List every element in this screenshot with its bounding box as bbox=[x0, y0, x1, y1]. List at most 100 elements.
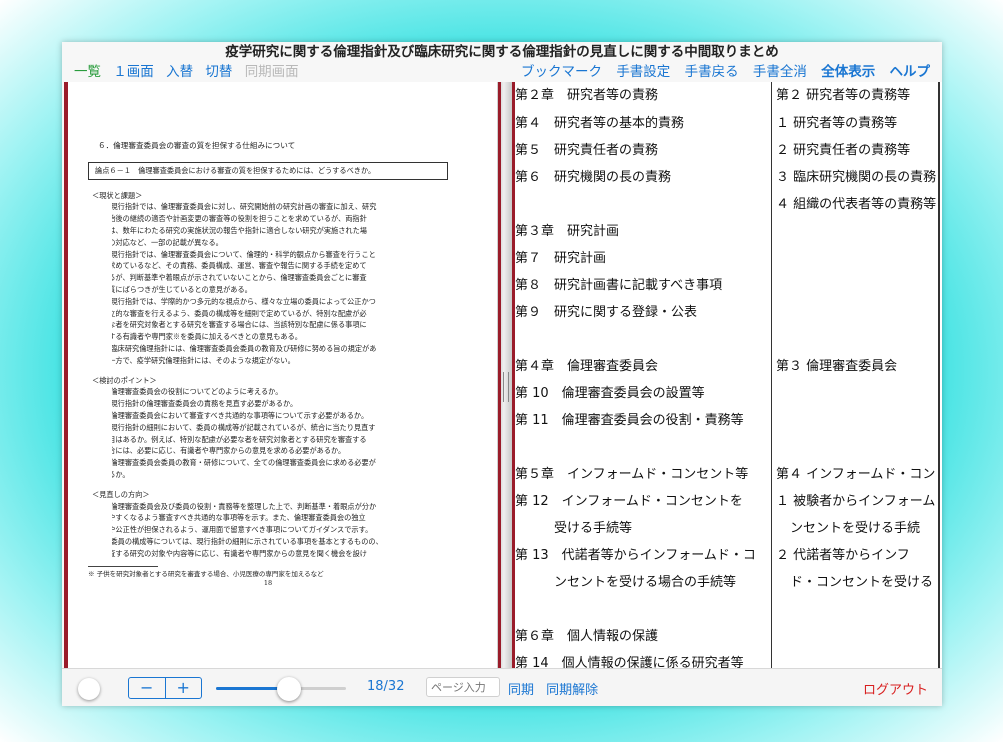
toc-line: 第 10 倫理審査委員会の設置等 bbox=[515, 386, 705, 401]
list-button[interactable]: 一覧 bbox=[74, 64, 101, 80]
text-line: ② 委員の構成等については、現行指針の細則に示されている事項を基本とするものの、 bbox=[112, 536, 383, 546]
sync-controls: 同期 同期解除 bbox=[508, 679, 606, 698]
sync-button[interactable]: 同期 bbox=[508, 683, 534, 698]
text-line: 項目はあるか。例えば、特別な配慮が必要な者を研究対象者とする研究を審査する bbox=[112, 434, 367, 444]
text-line: あるか。 bbox=[112, 469, 130, 479]
text-line: いるが、判断基準や着眼点が示されていないことから、倫理審査委員会ごとに審査 bbox=[112, 273, 367, 283]
zoom-in-button[interactable]: + bbox=[166, 678, 202, 698]
toc-line: ３ 臨床研究機関の長の責務 bbox=[776, 170, 937, 185]
toc-line: 第５章 インフォームド・コンセント等 bbox=[515, 467, 749, 482]
page-gutter[interactable] bbox=[498, 82, 512, 668]
text-line: ③ 現行指針では、学際的かつ多元的な視点から、様々な立場の委員によって公正かつ bbox=[112, 296, 376, 306]
toc-line: 第３ 倫理審査委員会 bbox=[776, 359, 898, 374]
toc-line: １ 研究者等の責務等 bbox=[776, 116, 898, 131]
paragraph: ① 倫理審査委員会及び委員の役割・責務等を整理した上で、判断基準・着眼点が分かり… bbox=[112, 501, 448, 536]
toolbar-right: ブックマーク 手書設定 手書戻る 手書全消 全体表示 ヘルプ bbox=[511, 62, 930, 82]
paragraph: ② 委員の構成等については、現行指針の細則に示されている事項を基本とするものの、… bbox=[112, 536, 448, 560]
reader-window: 疫学研究に関する倫理指針及び臨床研究に関する倫理指針の見直しに関する中間取りまと… bbox=[62, 42, 942, 706]
drag-handle-icon[interactable] bbox=[503, 372, 509, 402]
toc-line: ２ 代諾者等からインフ bbox=[776, 548, 910, 563]
toc-line: 第９ 研究に関する登録・公表 bbox=[515, 305, 698, 320]
toolbar-left: 一覧 １画面 入替 切替 同期画面 bbox=[74, 62, 307, 82]
page-slider[interactable] bbox=[216, 677, 346, 701]
toc-line: 第６ 研究機関の長の責務 bbox=[515, 170, 672, 185]
comparison-column-new: 第２章 研究者等の責務 第４ 研究者等の基本的責務 第５ 研究責任者の責務 第６ 研究… bbox=[515, 82, 771, 668]
comparison-column-old: 第２ 研究者等の責務等 １ 研究者等の責務等 ２ 研究責任者の責務等 ３ 臨床研究機関… bbox=[771, 82, 942, 668]
help-button[interactable]: ヘルプ bbox=[890, 64, 931, 80]
text-line: 要な者を研究対象者とする研究を審査する場合には、当該特別な配慮に係る事項に bbox=[112, 320, 367, 330]
paragraph: ② 現行指針では、倫理審査委員会について、倫理的・科学的観点から審査を行うことを… bbox=[112, 249, 448, 296]
toc-line: ンセントを受ける手続 bbox=[790, 521, 921, 536]
switch-button[interactable]: 切替 bbox=[205, 64, 232, 80]
page-input[interactable] bbox=[426, 677, 500, 697]
section-body: ① 倫理審査委員会の役割についてどのように考えるか。 ② 現行指針の倫理審査委員会… bbox=[88, 386, 448, 480]
handwriting-settings-button[interactable]: 手書設定 bbox=[616, 64, 670, 80]
text-line: る一方で、疫学研究倫理指針には、そのような規定がない。 bbox=[112, 355, 295, 365]
paragraph: ③ 倫理審査委員会において審査すべき共通的な事項等について示す必要があるか。 bbox=[112, 410, 448, 422]
toc-line: 第２章 研究者等の責務 bbox=[515, 88, 659, 103]
text-line: 審査する研究の対象や内容等に応じ、有識者や専門家からの意見を聞く機会を設け bbox=[112, 548, 367, 558]
text-line: を求めているなど、その責務、委員構成、運営、審査や報告に関する手続を定めて bbox=[112, 261, 367, 271]
handwriting-clear-button[interactable]: 手書全消 bbox=[753, 64, 807, 80]
text-line: ② 現行指針では、倫理審査委員会について、倫理的・科学的観点から審査を行うこと bbox=[112, 249, 376, 259]
show-all-button[interactable]: 全体表示 bbox=[821, 64, 875, 80]
zoom-stepper: − + bbox=[128, 677, 202, 699]
toc-line: 第５ 研究責任者の責務 bbox=[515, 143, 659, 158]
zoom-out-button[interactable]: − bbox=[129, 678, 166, 698]
text-line: 関する有識者や専門家※を委員に加えるべきとの意見もある。 bbox=[112, 332, 302, 342]
paragraph: ④ 臨床研究倫理指針には、倫理審査委員会委員の教育及び研修に努める旨の規定がある… bbox=[112, 343, 448, 367]
toc-line: 第 12 インフォームド・コンセントを bbox=[515, 494, 743, 509]
toolbar: 一覧 １画面 入替 切替 同期画面 ブックマーク 手書設定 手書戻る 手書全消 … bbox=[62, 62, 942, 82]
document-content: ６．倫理審査委員会の審査の質を担保する仕組みについて 論点６－１ 倫理審査委員会… bbox=[88, 140, 448, 590]
document-title: 疫学研究に関する倫理指針及び臨床研究に関する倫理指針の見直しに関する中間取りまと… bbox=[225, 44, 779, 60]
page-number: 18 bbox=[263, 579, 273, 588]
paragraph: ① 倫理審査委員会の役割についてどのように考えるか。 bbox=[112, 386, 448, 398]
section-body: ① 現行指針では、倫理審査委員会に対し、研究開始前の研究計画の審査に加え、研究開… bbox=[88, 201, 448, 366]
text-line: 開始後の継続の適否や計画変更の審査等の役割を担うことを求めているが、両指針 bbox=[112, 214, 367, 224]
text-line: 中立的な審査を行えるよう、委員の構成等を細則で定めているが、特別な配慮が必 bbox=[112, 308, 367, 318]
toc-line: 第６章 個人情報の保護 bbox=[515, 629, 659, 644]
sync-cancel-button[interactable]: 同期解除 bbox=[546, 683, 598, 698]
paragraph: ① 現行指針では、倫理審査委員会に対し、研究開始前の研究計画の審査に加え、研究開… bbox=[112, 201, 448, 248]
section-title: ＜現状と課題＞ bbox=[92, 190, 143, 200]
toc-line: 第 11 倫理審査委員会の役割・責務等 bbox=[515, 413, 744, 428]
text-line: ① 倫理審査委員会の役割についてどのように考えるか。 bbox=[112, 387, 283, 397]
toggle-switch[interactable] bbox=[78, 678, 100, 700]
toc-line: 第４ インフォームド・コン bbox=[776, 467, 936, 482]
toc-line: ４ 組織の代表者等の責務等 bbox=[776, 197, 937, 212]
toc-line: 第 14 個人情報の保護に係る研究者等 bbox=[515, 656, 744, 668]
issue-box: 論点６－１ 倫理審査委員会における審査の質を担保するためには、どうするべきか。 bbox=[88, 161, 448, 180]
toc-line: 第 13 代諾者等からインフォームド・コ bbox=[515, 548, 756, 563]
section-title: ＜見直しの方向＞ bbox=[92, 489, 150, 499]
left-document-page[interactable]: ６．倫理審査委員会の審査の質を担保する仕組みについて 論点６－１ 倫理審査委員会… bbox=[64, 82, 498, 668]
section-heading: ６．倫理審査委員会の審査の質を担保する仕組みについて bbox=[98, 141, 296, 150]
text-line: ④ 現行指針の細則において、委員の構成等が記載されているが、統合に当たり見直す bbox=[112, 422, 376, 432]
text-line: 性や公正性が担保されるよう、運用面で留意すべき事項についてガイダンスで示す。 bbox=[112, 525, 373, 535]
footnote-rule bbox=[88, 565, 158, 567]
logout-button[interactable]: ログアウト bbox=[863, 679, 928, 698]
sync-screen-button[interactable]: 同期画面 bbox=[245, 64, 299, 80]
text-line: の質にばらつきが生じているとの意見がある。 bbox=[112, 284, 252, 294]
paragraph: ⑤ 倫理審査委員会委員の教育・研修について、全ての倫理審査委員会に求める必要があ… bbox=[112, 457, 448, 481]
page-count: 18/32 bbox=[367, 679, 405, 694]
text-line: 場合には、必要に応じ、有識者や専門家からの意見を求める必要があるか。 bbox=[112, 446, 346, 456]
swap-button[interactable]: 入替 bbox=[166, 64, 193, 80]
bottom-bar: − + 18/32 同期 同期解除 ログアウト bbox=[62, 668, 942, 706]
text-line: ① 現行指針では、倫理審査委員会に対し、研究開始前の研究計画の審査に加え、研究 bbox=[112, 202, 377, 212]
text-line: りやすくなるよう審査すべき共通的な事項等を示す。また、倫理審査委員会の独立 bbox=[112, 513, 366, 523]
slider-knob[interactable] bbox=[276, 677, 301, 701]
toc-line: 第８ 研究計画書に記載すべき事項 bbox=[515, 278, 723, 293]
text-line: ⑤ 倫理審査委員会委員の教育・研修について、全ての倫理審査委員会に求める必要が bbox=[112, 458, 376, 468]
handwriting-undo-button[interactable]: 手書戻る bbox=[685, 64, 739, 80]
toc-line: ンセントを受ける場合の手続等 bbox=[515, 575, 737, 590]
column-divider bbox=[938, 82, 940, 668]
text-line: ④ 臨床研究倫理指針には、倫理審査委員会委員の教育及び研修に努める旨の規定があ bbox=[112, 343, 377, 353]
bookmark-button[interactable]: ブックマーク bbox=[521, 64, 602, 80]
toc-line: 第７ 研究計画 bbox=[515, 251, 607, 266]
right-document-page[interactable]: 第２章 研究者等の責務 第４ 研究者等の基本的責務 第５ 研究責任者の責務 第６ 研究… bbox=[512, 82, 942, 668]
gutter-bar bbox=[498, 82, 501, 668]
toc-line: 第４章 倫理審査委員会 bbox=[515, 359, 659, 374]
toc-line: 第３章 研究計画 bbox=[515, 224, 620, 239]
single-page-button[interactable]: １画面 bbox=[113, 64, 154, 80]
toc-line: 受ける手続等 bbox=[515, 521, 633, 536]
